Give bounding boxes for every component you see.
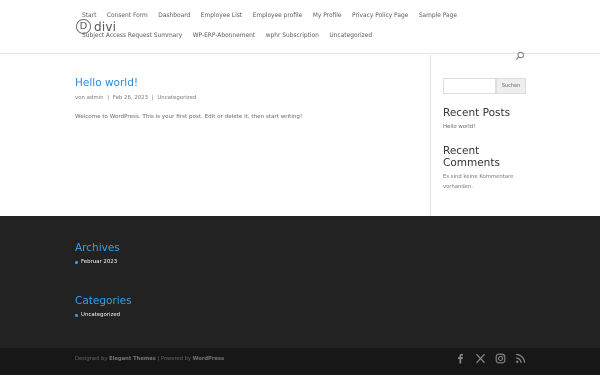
credits-elegant-themes[interactable]: Elegant Themes <box>109 356 156 362</box>
nav-item-wphr-subscription[interactable]: wphr Subscription <box>266 32 319 41</box>
nav-item-privacy-policy[interactable]: Privacy Policy Page <box>352 12 408 21</box>
rss-icon[interactable] <box>515 353 526 364</box>
x-icon[interactable] <box>475 353 486 364</box>
post-title[interactable]: Hello world! <box>75 77 138 89</box>
post-date: Feb 26, 2023 <box>112 95 149 101</box>
instagram-icon[interactable] <box>495 353 506 364</box>
archives-item[interactable]: Februar 2023 <box>75 259 117 265</box>
post-author[interactable]: von admin <box>75 95 104 101</box>
post-meta: von admin | Feb 26, 2023 | Uncategorized <box>75 95 196 101</box>
categories-item[interactable]: Uncategorized <box>75 312 120 318</box>
recent-comments-heading: Recent Comments <box>443 145 500 169</box>
credits-mid: | Powered by <box>157 356 191 362</box>
primary-nav-row-1: Start Consent Form Dashboard Employee Li… <box>82 12 468 21</box>
recent-posts-heading: Recent Posts <box>443 107 511 119</box>
nav-item-employee-list[interactable]: Employee List <box>201 12 242 21</box>
categories-heading: Categories <box>75 295 132 307</box>
bullet-icon <box>75 313 78 317</box>
categories-link[interactable]: Uncategorized <box>81 312 120 318</box>
nav-item-employee-profile[interactable]: Employee profile <box>253 12 303 21</box>
footer-credits: Designed by Elegant Themes | Powered by … <box>75 356 224 362</box>
sidebar-divider <box>430 55 431 216</box>
bullet-icon <box>75 260 78 264</box>
nav-item-wp-erp-abonnement[interactable]: WP-ERP-Abonnement <box>193 32 255 41</box>
nav-item-sample-page[interactable]: Sample Page <box>419 12 457 21</box>
archives-heading: Archives <box>75 242 120 254</box>
nav-item-my-profile[interactable]: My Profile <box>313 12 342 21</box>
footer-widgets <box>0 216 600 348</box>
primary-nav-row-2: Subject Access Request Summary WP-ERP-Ab… <box>82 32 383 41</box>
post-category[interactable]: Uncategorized <box>157 95 196 101</box>
post-excerpt: Welcome to WordPress. This is your first… <box>75 114 303 120</box>
site-header: D divi Start Consent Form Dashboard Empl… <box>0 0 600 60</box>
nav-item-sar-summary[interactable]: Subject Access Request Summary <box>82 32 182 41</box>
recent-post-link[interactable]: Hello world! <box>443 124 475 130</box>
sidebar-search-input[interactable] <box>443 78 496 94</box>
sidebar-search-button[interactable]: Suchen <box>496 78 526 94</box>
nav-item-consent-form[interactable]: Consent Form <box>107 12 148 21</box>
archives-link[interactable]: Februar 2023 <box>81 259 117 265</box>
nav-item-dashboard[interactable]: Dashboard <box>158 12 190 21</box>
credits-prefix: Designed by <box>75 356 108 362</box>
nav-item-start[interactable]: Start <box>82 12 96 21</box>
nav-item-uncategorized[interactable]: Uncategorized <box>329 32 372 41</box>
credits-wordpress[interactable]: WordPress <box>193 356 224 362</box>
recent-comments-empty: Es sind keine Kommentare vorhanden. <box>443 174 514 190</box>
facebook-icon[interactable] <box>455 353 466 364</box>
meta-separator: | <box>151 95 154 101</box>
meta-separator: | <box>107 95 110 101</box>
